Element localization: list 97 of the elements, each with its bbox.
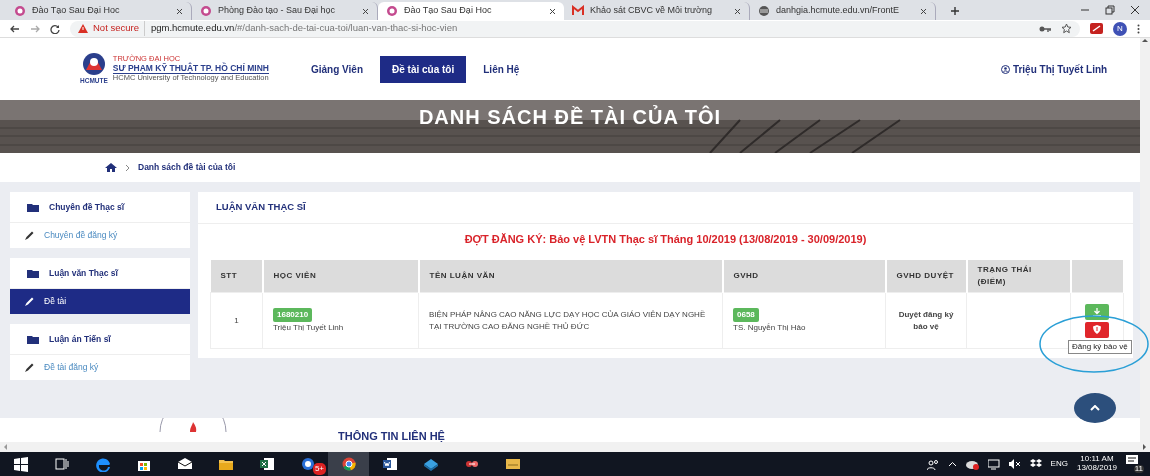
download-icon [1093,307,1101,316]
scroll-right-icon[interactable] [1142,444,1147,450]
url-text: pgm.hcmute.edu.vn/#/danh-sach-de-tai-cua-toi/luan-van-thac-si-hoc-vien [143,21,458,36]
security-label: Not secure [93,21,139,36]
sidebar-item[interactable]: Chuyên đề đăng ký [10,223,190,248]
site-logo-icon [200,5,212,17]
mail-icon [572,5,584,17]
close-icon[interactable] [549,7,556,15]
pencil-icon [24,230,34,241]
nav-link[interactable]: Giảng Viên [298,55,375,83]
key-icon[interactable] [1039,24,1051,33]
close-icon[interactable] [920,7,927,15]
menu-icon[interactable] [1137,23,1140,34]
registration-period: ĐỢT ĐĂNG KÝ: Bảo vệ LVTN Thạc sĩ Tháng 10/2019 (13/08/2019 - 30/09/2019) [463,232,868,248]
folder-icon [27,268,39,278]
folder-icon [27,202,39,212]
horizontal-scrollbar[interactable] [0,442,1150,452]
column-header: STT [210,259,263,293]
column-header: HỌC VIÊN [262,259,419,293]
student-name: Triệu Thị Tuyết Linh [273,321,345,334]
nav-link[interactable]: Liên Hệ [471,55,532,83]
column-header: GVHD DUYỆT [885,259,967,293]
column-header: GVHD [722,259,886,293]
address-bar[interactable]: Not secure pgm.hcmute.edu.vn/#/danh-sach-de-tai-cua-toi/luan-van-thac-si-hoc-vien [70,20,1080,37]
advisor-name: TS. Nguyễn Thị Hảo [733,321,807,334]
school-logo-icon [80,52,107,77]
home-icon[interactable] [105,163,117,172]
advisor-code-tag: 0658 [733,307,759,322]
column-header: TÊN LUẬN VĂN [418,259,723,293]
pencil-icon [24,362,34,373]
sidebar-item[interactable]: Đề tài đăng ký [10,355,190,380]
close-icon[interactable] [176,7,183,15]
user-icon [1001,64,1011,74]
task-view-icon [54,456,69,472]
taskbar-app[interactable]: 5+ [287,452,328,476]
sidebar-item[interactable]: Đề tài [10,289,190,314]
pencil-icon [24,296,34,307]
table-cell: 1 [210,292,263,349]
footer-logo-icon [158,418,228,432]
footer-heading: THÔNG TIN LIÊN HỆ [338,429,445,444]
tab-title: Đào Tạo Sau Đại Hoc [404,4,493,18]
card-title: LUẬN VĂN THẠC SĨ [198,192,1133,224]
close-icon[interactable] [1130,5,1140,15]
taskbar-clock[interactable]: 10:11 AM 13/08/2019 [1076,455,1117,473]
profile-avatar[interactable]: N [1113,21,1127,36]
approval-status: Duyệt đăng ký bảo vệ [885,292,967,349]
chevron-up-icon[interactable] [947,461,957,467]
action-center-button[interactable]: 11 [1126,455,1144,473]
new-tab-icon[interactable] [950,6,960,16]
tab-title: danhgia.hcmute.edu.vn/FrontE [776,4,901,18]
close-icon[interactable] [362,7,369,15]
restore-icon[interactable] [1105,5,1115,15]
nav-link[interactable]: Đề tài của tôi [380,55,467,83]
sidebar-heading: Luận án Tiến sĩ [49,332,111,346]
browser-icon [95,456,110,472]
student-id-tag: 1680210 [273,307,313,322]
school-name: SƯ PHẠM KỸ THUẬT TP. HỒ CHÍ MINH [112,63,269,75]
download-button[interactable] [1085,303,1109,320]
globe-icon [758,5,770,17]
site-logo-icon [386,5,398,17]
chevron-right-icon [125,163,130,172]
browser-tab[interactable]: Đào Tạo Sau Đại Hoc [378,2,564,20]
breadcrumb-item: Danh sách đề tài của tôi [138,161,236,174]
extension-icon[interactable] [1090,23,1103,34]
close-icon[interactable] [734,7,741,15]
warning-icon [78,24,88,33]
tab-title: Khảo sát CBVC về Môi trường [590,4,713,18]
browser-icon [341,456,356,472]
sidebar-heading: Chuyên đề Thạc sĩ [49,200,125,214]
shield-icon [1093,325,1101,334]
column-header: TRẠNG THÁI (ĐIỂM) [966,259,1071,293]
chevron-up-icon [1090,405,1100,411]
notification-badge: 5+ [312,463,326,475]
document-icon [382,456,397,472]
folder-icon [27,334,39,344]
tooltip: Đăng ký bảo vệ [1068,340,1132,354]
star-icon[interactable] [1061,23,1072,34]
people-icon[interactable] [926,458,939,470]
tab-title: Đào Tạo Sau Đại Hoc [32,4,121,18]
back-icon[interactable] [10,23,20,34]
vertical-scrollbar[interactable] [1140,38,1150,442]
tab-title: Phòng Đào tạo - Sau Đại học [218,4,337,18]
speaker-muted-icon[interactable] [1008,459,1021,469]
windows-logo-icon [13,456,28,472]
envelope-icon [177,456,192,472]
sidebar-heading: Luận văn Thạc sĩ [49,266,118,280]
dropbox-icon[interactable] [1029,459,1042,469]
user-name[interactable]: Triệu Thị Tuyết Linh [1012,61,1108,77]
spreadsheet-icon [259,456,274,472]
site-logo-icon [14,5,26,17]
network-icon[interactable] [987,458,1000,470]
language-indicator[interactable]: ENG [1050,458,1068,470]
reload-icon[interactable] [50,23,60,34]
thesis-title: BIỆN PHÁP NÂNG CAO NĂNG LỰC DẠY HỌC CỦA GIÁO VIÊN DẠY NGHỀ TẠI TRƯỜNG CAO ĐẲNG NGHỀ THỦ ĐỨC [418,292,723,349]
page-banner-title: DANH SÁCH ĐỀ TÀI CỦA TÔI [418,104,722,130]
keyboard-icon [505,456,520,472]
register-defense-button[interactable] [1085,321,1109,338]
